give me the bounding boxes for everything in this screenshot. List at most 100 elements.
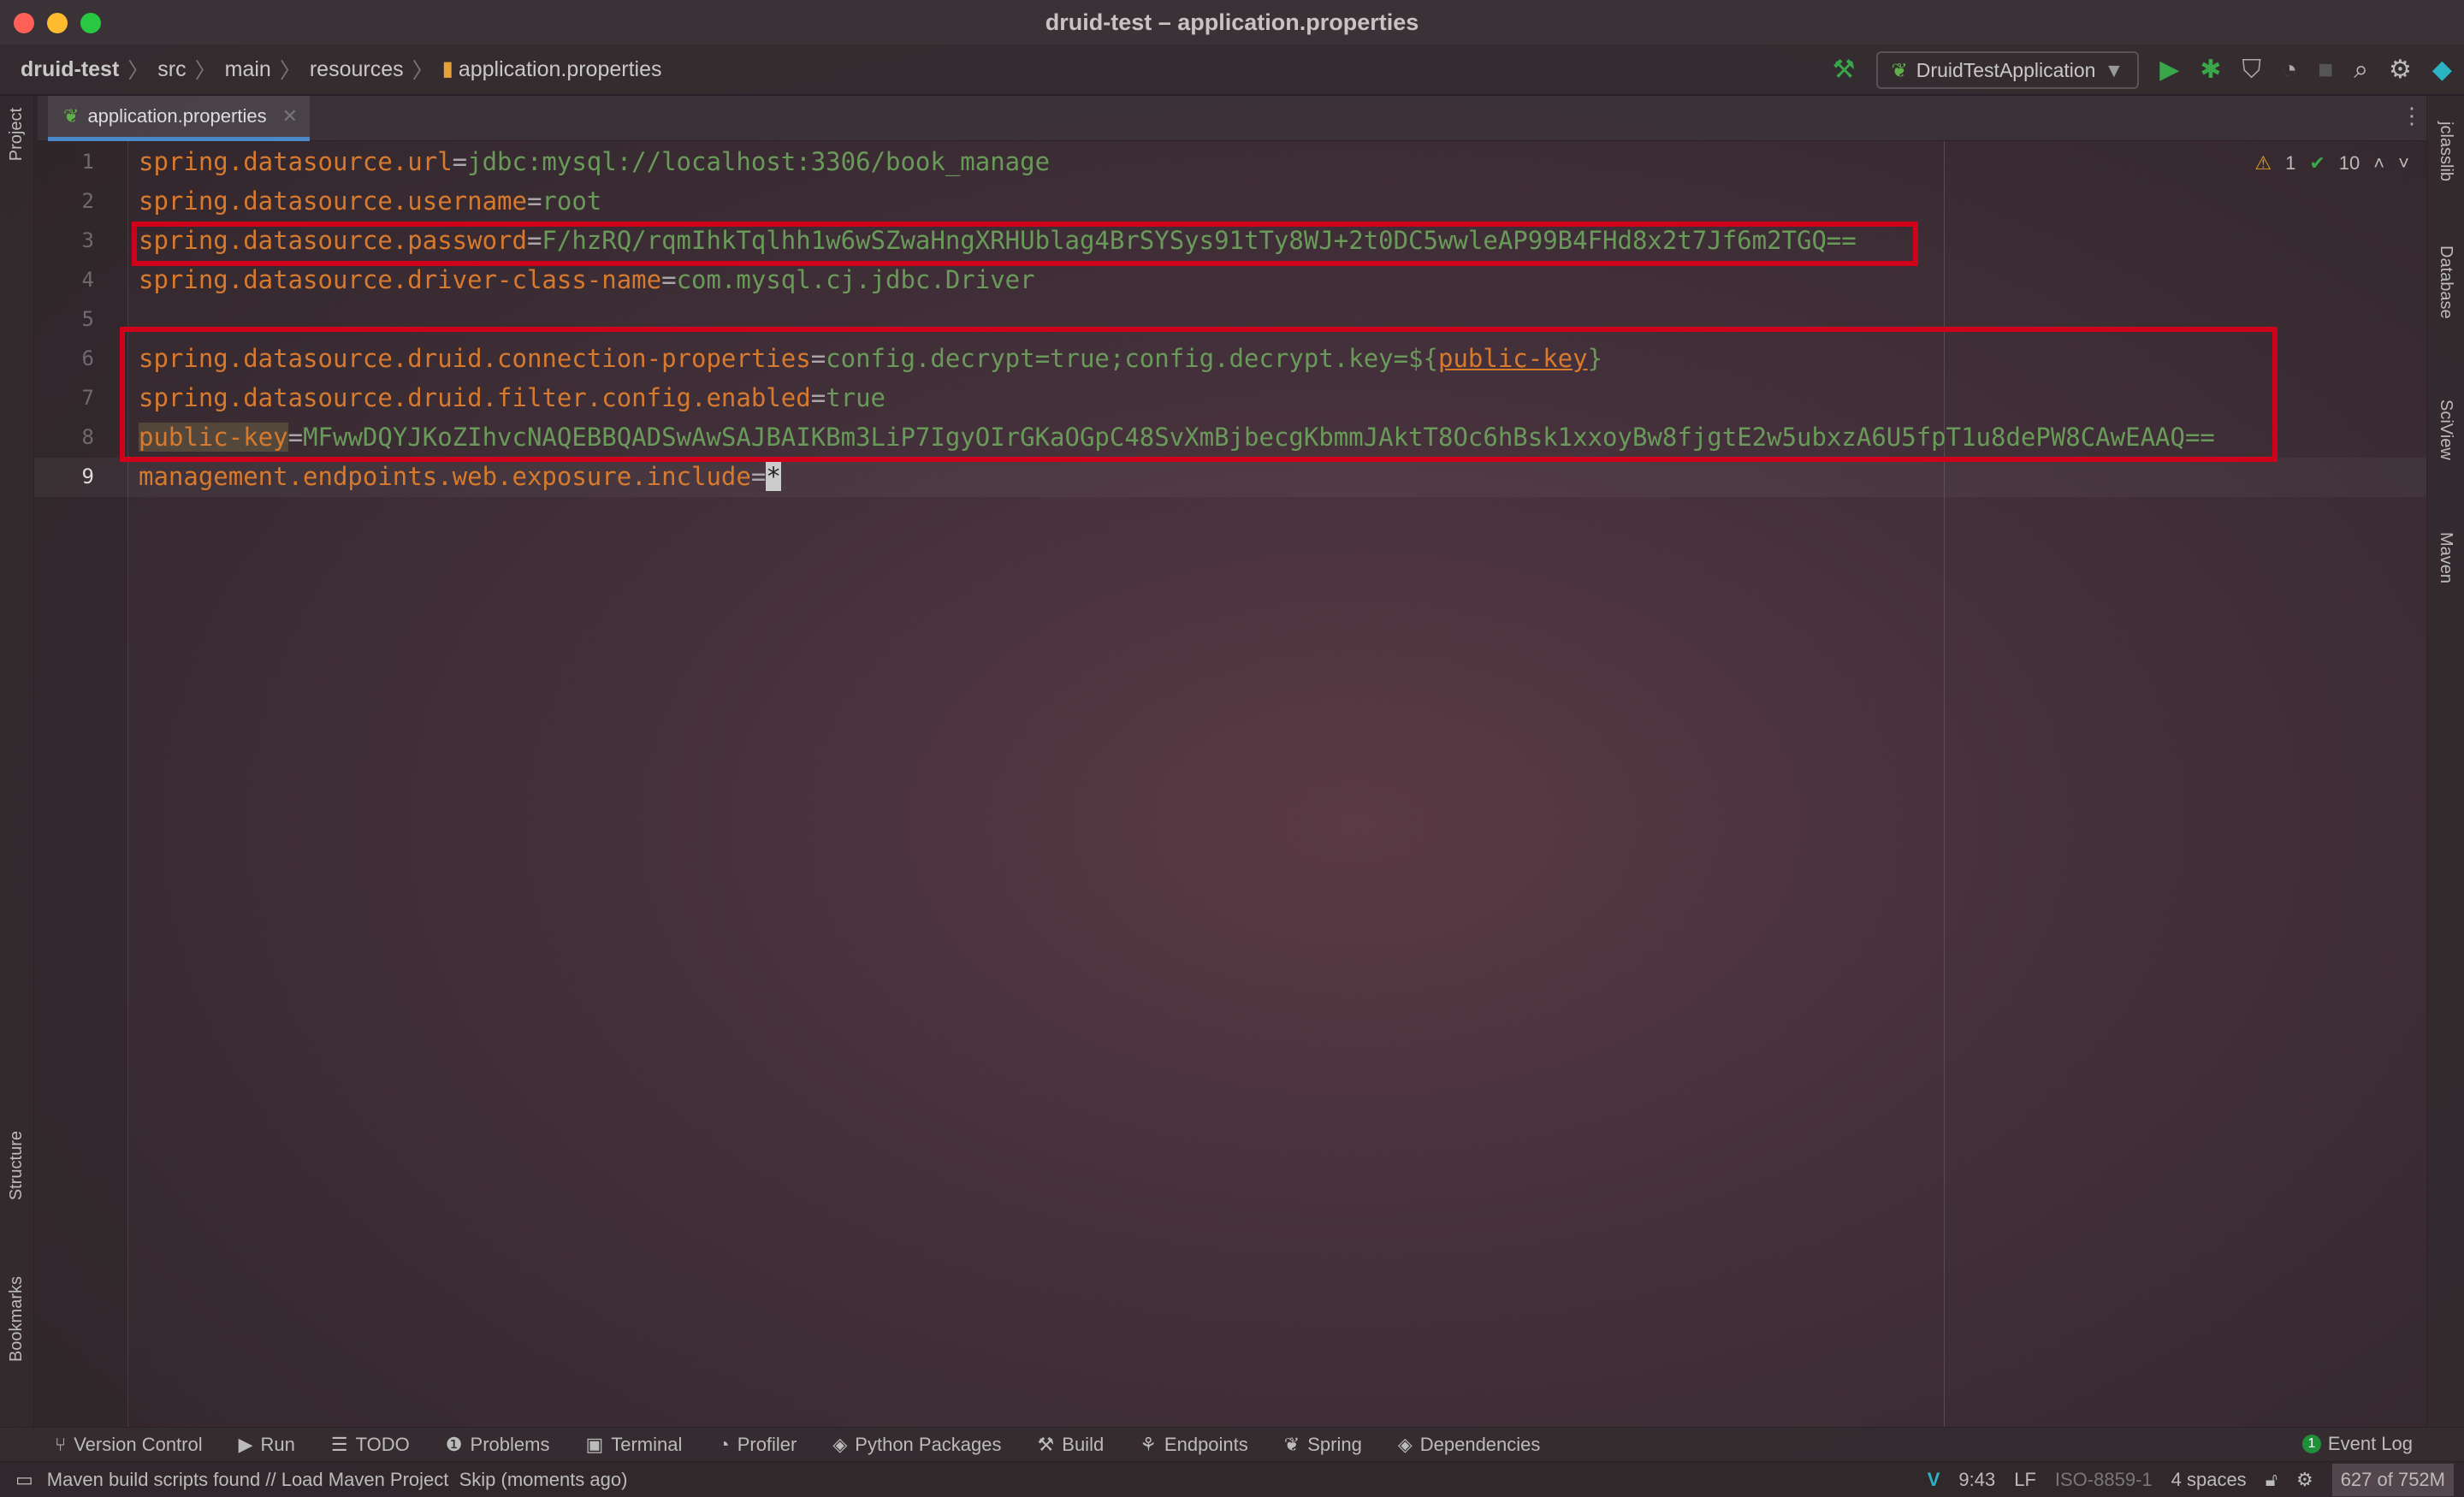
tab-label: application.properties bbox=[87, 105, 267, 127]
annotation-box-password bbox=[132, 222, 1918, 266]
more-options-icon[interactable]: ⋮ bbox=[2401, 103, 2423, 129]
line-separator[interactable]: LF bbox=[2014, 1469, 2036, 1491]
property-eq: = bbox=[452, 147, 468, 176]
tool-window-endpoints[interactable]: ⚘ Endpoints bbox=[1140, 1434, 1248, 1456]
tool-window-icon: ☰ bbox=[330, 1433, 348, 1455]
property-eq: = bbox=[750, 462, 767, 491]
breadcrumb-file[interactable]: application.properties bbox=[459, 57, 662, 82]
line-number: 4 bbox=[81, 268, 94, 292]
run-configuration-label: DruidTestApplication bbox=[1916, 58, 2096, 81]
property-key: spring.datasource.driver-class-name bbox=[139, 265, 662, 294]
tool-window-icon: ⚘ bbox=[1140, 1433, 1157, 1455]
tool-window-build[interactable]: ⚒ Build bbox=[1038, 1434, 1105, 1456]
tool-window-icon: ⑂ bbox=[55, 1433, 67, 1455]
line-number: 6 bbox=[81, 346, 94, 370]
property-eq: = bbox=[661, 265, 677, 294]
tab-application-properties[interactable]: ❦ application.properties ✕ bbox=[48, 96, 310, 141]
stop-icon[interactable]: ■ bbox=[2318, 57, 2333, 83]
line-number: 2 bbox=[81, 189, 94, 213]
annotation-box-druid-config bbox=[120, 327, 2277, 462]
run-configuration-select[interactable]: ❦ DruidTestApplication ▼ bbox=[1875, 51, 2140, 89]
property-val: * bbox=[766, 462, 781, 491]
zoom-window-button[interactable] bbox=[80, 13, 101, 33]
tool-window-label: Profiler bbox=[737, 1433, 797, 1455]
jclasslib-tool-button[interactable]: jclasslib bbox=[2436, 121, 2455, 181]
bookmarks-tool-button[interactable]: Bookmarks bbox=[7, 1276, 27, 1362]
code-line[interactable]: spring.datasource.username=root bbox=[139, 181, 601, 221]
navigation-toolbar: druid-test 〉 src 〉 main 〉 resources 〉 ▮ appl… bbox=[0, 44, 2464, 96]
maven-tool-button[interactable]: Maven bbox=[2436, 532, 2455, 583]
left-tool-strip: Project Structure Bookmarks bbox=[0, 96, 34, 1427]
structure-tool-button[interactable]: Structure bbox=[7, 1131, 27, 1200]
property-val: com.mysql.cj.jdbc.Driver bbox=[676, 265, 1035, 294]
tool-window-version-control[interactable]: ⑂ Version Control bbox=[55, 1434, 203, 1456]
tool-window-python-packages[interactable]: ◈ Python Packages bbox=[832, 1434, 1001, 1456]
breadcrumb-resources[interactable]: resources bbox=[310, 57, 404, 82]
property-val: jdbc:mysql://localhost:3306/book_manage bbox=[467, 147, 1051, 176]
run-icon[interactable]: ▶ bbox=[2159, 57, 2179, 83]
tool-window-icon: ❦ bbox=[1283, 1433, 1300, 1455]
debug-bug-icon[interactable]: ✱ bbox=[2200, 57, 2221, 83]
caret-position[interactable]: 9:43 bbox=[1958, 1469, 1995, 1491]
line-number: 5 bbox=[81, 307, 94, 331]
tool-window-icon: ▣ bbox=[585, 1433, 604, 1455]
line-number: 7 bbox=[81, 386, 94, 410]
line-number: 3 bbox=[81, 228, 94, 252]
tool-window-label: Endpoints bbox=[1164, 1433, 1248, 1455]
event-log-badge: 1 bbox=[2301, 1435, 2321, 1453]
tool-window-spring[interactable]: ❦ Spring bbox=[1284, 1434, 1362, 1456]
code-line[interactable]: spring.datasource.url=jdbc:mysql://local… bbox=[139, 142, 1050, 181]
window-controls bbox=[14, 13, 101, 33]
sciview-tool-button[interactable]: SciView bbox=[2436, 399, 2455, 460]
tool-window-run[interactable]: ▶ Run bbox=[239, 1434, 295, 1456]
indent-setting[interactable]: 4 spaces bbox=[2171, 1469, 2247, 1491]
event-log-button[interactable]: 1 Event Log bbox=[2301, 1433, 2413, 1455]
tool-window-icon: ◈ bbox=[1397, 1433, 1413, 1455]
tool-window-problems[interactable]: ❶ Problems bbox=[446, 1434, 550, 1456]
breadcrumb-main[interactable]: main bbox=[225, 57, 271, 82]
tool-window-label: Run bbox=[260, 1433, 295, 1455]
code-line[interactable]: management.endpoints.web.exposure.includ… bbox=[139, 457, 781, 496]
search-icon[interactable]: ⌕ bbox=[2354, 57, 2368, 83]
build-hammer-icon[interactable]: ⚒ bbox=[1833, 57, 1856, 83]
memory-indicator[interactable]: 627 of 752M bbox=[2331, 1464, 2454, 1496]
inspection-settings-icon[interactable]: ⚙ bbox=[2296, 1469, 2313, 1491]
tool-window-label: Version Control bbox=[74, 1433, 203, 1455]
tool-window-label: Python Packages bbox=[855, 1433, 1002, 1455]
minimize-window-button[interactable] bbox=[47, 13, 68, 33]
breadcrumb-src[interactable]: src bbox=[157, 57, 186, 82]
gear-icon[interactable]: ⚙ bbox=[2389, 57, 2412, 83]
property-val: root bbox=[542, 186, 602, 216]
tool-window-label: Terminal bbox=[611, 1433, 683, 1455]
jetbrains-toolbox-icon[interactable]: ◆ bbox=[2432, 57, 2452, 83]
close-tab-icon[interactable]: ✕ bbox=[282, 105, 298, 127]
tool-window-dependencies[interactable]: ◈ Dependencies bbox=[1398, 1434, 1541, 1456]
status-bar: ▭ Maven build scripts found // Load Mave… bbox=[0, 1461, 2464, 1497]
panel-toggle-icon[interactable]: ▭ bbox=[15, 1469, 33, 1491]
title-bar: druid-test – application.properties bbox=[0, 0, 2464, 44]
line-number: 1 bbox=[81, 150, 94, 174]
tool-window-profiler[interactable]: ◔ Profiler bbox=[718, 1434, 797, 1456]
tool-window-terminal[interactable]: ▣ Terminal bbox=[585, 1434, 682, 1456]
unlock-icon[interactable]: 🔓︎ bbox=[2266, 1469, 2277, 1491]
tool-window-icon: ⚒ bbox=[1037, 1433, 1055, 1455]
project-tool-button[interactable]: Project bbox=[7, 108, 27, 161]
tool-window-bar: ⑂ Version Control ▶ Run ☰ TODO ❶ Problems ▣ Termi… bbox=[0, 1427, 2464, 1461]
file-encoding[interactable]: ISO-8859-1 bbox=[2055, 1469, 2153, 1491]
profile-icon[interactable]: ◔ bbox=[2282, 57, 2297, 83]
tool-window-icon: ❶ bbox=[445, 1433, 463, 1455]
property-key: spring.datasource.url bbox=[139, 147, 453, 176]
event-log-label: Event Log bbox=[2327, 1433, 2413, 1454]
close-window-button[interactable] bbox=[14, 13, 34, 33]
property-key: management.endpoints.web.exposure.includ… bbox=[139, 462, 751, 491]
status-message[interactable]: Maven build scripts found // Load Maven … bbox=[47, 1469, 628, 1491]
database-tool-button[interactable]: Database bbox=[2436, 246, 2455, 319]
coverage-icon[interactable]: ⛉ bbox=[2242, 57, 2261, 83]
spring-icon: ❦ bbox=[63, 105, 80, 127]
breadcrumb-project[interactable]: druid-test bbox=[21, 57, 119, 82]
properties-file-icon: ▮ bbox=[441, 57, 453, 80]
tool-window-todo[interactable]: ☰ TODO bbox=[331, 1434, 410, 1456]
vim-icon[interactable]: V bbox=[1928, 1469, 1940, 1491]
right-tool-strip: jclasslib Database SciView Maven bbox=[2426, 96, 2464, 1427]
spring-icon: ❦ bbox=[1891, 58, 1908, 81]
